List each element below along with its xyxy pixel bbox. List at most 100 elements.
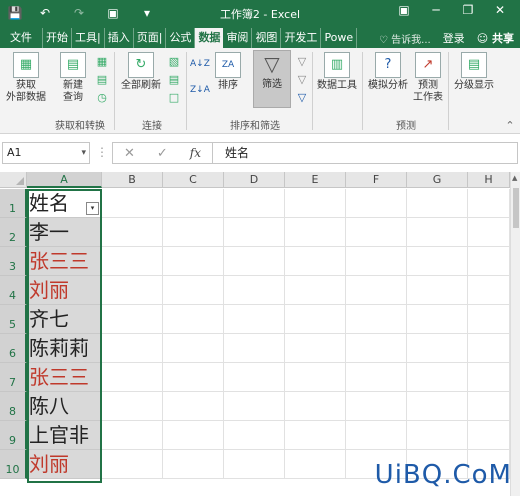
ribbon-display-icon[interactable]: ▣ [388, 3, 420, 17]
vertical-scrollbar[interactable]: ▲ [510, 172, 520, 496]
grid-cell[interactable] [468, 247, 510, 276]
close-icon[interactable]: ✕ [484, 3, 516, 17]
grid-cell[interactable] [407, 363, 468, 392]
select-all-corner[interactable] [0, 172, 27, 188]
grid-cell[interactable] [102, 305, 163, 334]
grid-cell[interactable] [346, 276, 407, 305]
tab-file[interactable]: 文件 [0, 28, 43, 48]
name-cell[interactable]: 张三三 [28, 247, 100, 276]
grid-cell[interactable] [285, 189, 346, 218]
collapse-ribbon-icon[interactable]: ⌃ [502, 118, 518, 134]
grid-cell[interactable] [163, 334, 224, 363]
row-header[interactable]: 1 [0, 189, 27, 218]
recent-sources-icon[interactable]: ◷ [94, 90, 110, 106]
camera-icon[interactable]: ▣ [104, 4, 122, 22]
grid-cell[interactable] [224, 247, 285, 276]
clear-filter-icon[interactable]: ▽ [294, 54, 310, 70]
restore-icon[interactable]: ❐ [452, 3, 484, 17]
grid-cell[interactable] [468, 218, 510, 247]
column-header-c[interactable]: C [163, 172, 224, 188]
row-header[interactable]: 5 [0, 305, 27, 334]
tab-home[interactable]: 开始 [43, 28, 72, 48]
row-header[interactable]: 7 [0, 363, 27, 392]
grid-cell[interactable] [224, 189, 285, 218]
row-header[interactable]: 4 [0, 276, 27, 305]
properties-icon[interactable]: ▤ [166, 72, 182, 88]
tab-page-layout[interactable]: 页面| [134, 28, 167, 48]
column-header-d[interactable]: D [224, 172, 285, 188]
tab-insert[interactable]: 插入 [105, 28, 134, 48]
name-cell[interactable]: 刘丽 [28, 450, 100, 479]
name-box[interactable]: A1 ▾ [2, 142, 90, 164]
grid-cell[interactable] [224, 392, 285, 421]
grid-cell[interactable] [407, 189, 468, 218]
row-header[interactable]: 8 [0, 392, 27, 421]
grid-cell[interactable] [346, 218, 407, 247]
formula-input[interactable]: 姓名 [212, 142, 518, 164]
column-header-b[interactable]: B [102, 172, 163, 188]
share-button[interactable]: ☺ 共享 [471, 30, 520, 46]
grid-cell[interactable] [468, 334, 510, 363]
grid-cell[interactable] [407, 276, 468, 305]
grid-cell[interactable] [468, 392, 510, 421]
sort-descending-icon[interactable]: Z↓A [190, 82, 210, 98]
grid-cell[interactable] [407, 218, 468, 247]
grid-cell[interactable] [163, 450, 224, 479]
tab-power[interactable]: Powe [321, 28, 358, 48]
minimize-icon[interactable]: ─ [420, 3, 452, 17]
save-icon[interactable]: 💾 [6, 4, 24, 22]
tab-formulas[interactable]: 公式 [166, 28, 196, 48]
grid-cell[interactable] [468, 276, 510, 305]
advanced-filter-icon[interactable]: ▽ [294, 90, 310, 106]
name-cell[interactable]: 陈莉莉 [28, 334, 100, 363]
from-table-icon[interactable]: ▤ [94, 72, 110, 88]
tell-me-box[interactable]: ♡ 告诉我... [373, 31, 437, 46]
grid-cell[interactable] [224, 305, 285, 334]
name-cell[interactable]: 张三三 [28, 363, 100, 392]
tab-developer[interactable]: 开发工 [281, 28, 322, 48]
grid-cell[interactable] [285, 276, 346, 305]
grid-cell[interactable] [285, 247, 346, 276]
grid-cell[interactable] [285, 450, 346, 479]
grid-cell[interactable] [407, 392, 468, 421]
customize-icon[interactable]: ▾ [138, 4, 156, 22]
grid-cell[interactable] [163, 218, 224, 247]
grid-cell[interactable] [346, 247, 407, 276]
grid-cell[interactable] [224, 363, 285, 392]
row-header[interactable]: 9 [0, 421, 27, 450]
what-if-analysis-button[interactable]: ? 模拟分析 [366, 52, 410, 92]
grid-cell[interactable] [224, 218, 285, 247]
grid-cell[interactable] [102, 189, 163, 218]
tab-review[interactable]: 审阅 [223, 28, 253, 48]
tab-view[interactable]: 视图 [252, 28, 282, 48]
grid-cell[interactable] [102, 334, 163, 363]
grid-cell[interactable] [102, 218, 163, 247]
grid-cell[interactable] [407, 421, 468, 450]
grid-cell[interactable] [468, 305, 510, 334]
grid-cell[interactable] [468, 363, 510, 392]
row-header[interactable]: 3 [0, 247, 27, 276]
refresh-all-button[interactable]: ↻ 全部刷新 [118, 52, 164, 92]
name-cell[interactable]: 陈八 [28, 392, 100, 421]
row-header[interactable]: 10 [0, 450, 27, 479]
column-header-g[interactable]: G [407, 172, 468, 188]
grid-cell[interactable] [346, 421, 407, 450]
grid-cell[interactable] [163, 363, 224, 392]
grid-cell[interactable] [346, 334, 407, 363]
column-header-f[interactable]: F [346, 172, 407, 188]
grid-cell[interactable] [407, 334, 468, 363]
grid-cell[interactable] [163, 305, 224, 334]
data-tools-button[interactable]: ▥ 数据工具 [316, 52, 358, 92]
cancel-icon[interactable]: ✕ [124, 146, 135, 161]
row-header[interactable]: 6 [0, 334, 27, 363]
grid-cell[interactable] [224, 334, 285, 363]
grid-cell[interactable] [102, 363, 163, 392]
tab-data[interactable]: 数据 [195, 28, 224, 48]
grid-cell[interactable] [163, 421, 224, 450]
enter-icon[interactable]: ✓ [157, 146, 168, 161]
sign-in-link[interactable]: 登录 [437, 30, 471, 46]
grid-cell[interactable] [102, 450, 163, 479]
grid-cell[interactable] [346, 305, 407, 334]
grid-cell[interactable] [346, 392, 407, 421]
scrollbar-thumb[interactable] [513, 188, 519, 228]
